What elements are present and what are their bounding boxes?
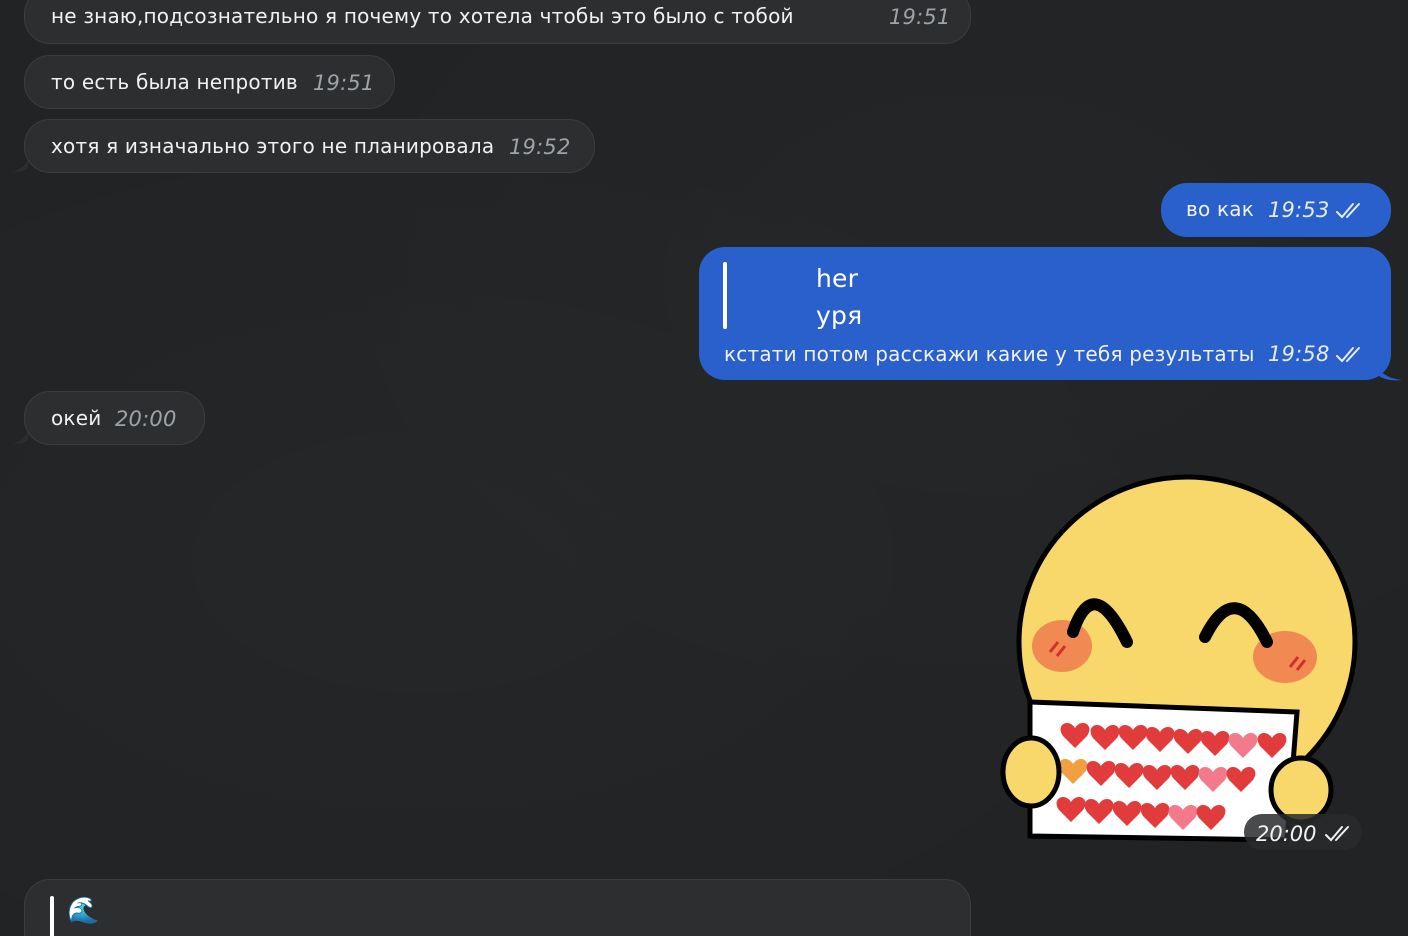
reply-emoji: 🌊 xyxy=(67,896,100,926)
message-incoming[interactable]: хотя я изначально этого не планировала 1… xyxy=(24,119,595,173)
message-text: окей xyxy=(51,406,102,430)
message-incoming[interactable]: то есть была непротив 19:51 xyxy=(24,55,395,109)
bubble-tail xyxy=(1376,364,1402,381)
message-time: 19:53 xyxy=(1268,198,1330,222)
message-incoming-partial[interactable]: 🌊 xyxy=(24,879,971,936)
bubble-tail xyxy=(12,158,28,172)
message-outgoing[interactable]: во как 19:53 xyxy=(1161,183,1391,237)
message-text: то есть была непротив xyxy=(51,70,298,94)
message-incoming[interactable]: не знаю,подсознательно я почему то хотел… xyxy=(24,0,971,44)
read-double-check-icon xyxy=(1336,203,1360,219)
message-outgoing-reply[interactable]: her уря кстати потом расскажи какие у те… xyxy=(699,247,1391,380)
bubble-tail xyxy=(12,430,28,444)
message-time: 19:51 xyxy=(313,71,375,95)
reply-quote-bar xyxy=(723,262,727,329)
message-text: не знаю,подсознательно я почему то хотел… xyxy=(51,4,794,28)
message-text: во как xyxy=(1186,197,1254,221)
message-time: 20:00 xyxy=(115,407,177,431)
message-time: 19:58 xyxy=(1268,342,1330,366)
chat-area: не знаю,подсознательно я почему то хотел… xyxy=(0,0,1408,936)
read-double-check-icon xyxy=(1336,347,1360,363)
sticker-time-badge: 20:00 xyxy=(1244,814,1362,850)
read-double-check-icon xyxy=(1325,826,1349,842)
message-text: кстати потом расскажи какие у тебя резул… xyxy=(724,342,1255,366)
message-time: 19:51 xyxy=(889,5,951,29)
sticker-blushing-emoji[interactable] xyxy=(995,472,1365,852)
message-time: 20:00 xyxy=(1256,822,1317,846)
message-text: хотя я изначально этого не планировала xyxy=(51,134,495,158)
message-time: 19:52 xyxy=(509,135,571,159)
reply-author[interactable]: her xyxy=(816,266,858,291)
reply-text[interactable]: уря xyxy=(816,303,862,328)
message-incoming[interactable]: окей 20:00 xyxy=(24,391,205,445)
reply-quote-bar xyxy=(50,896,54,936)
